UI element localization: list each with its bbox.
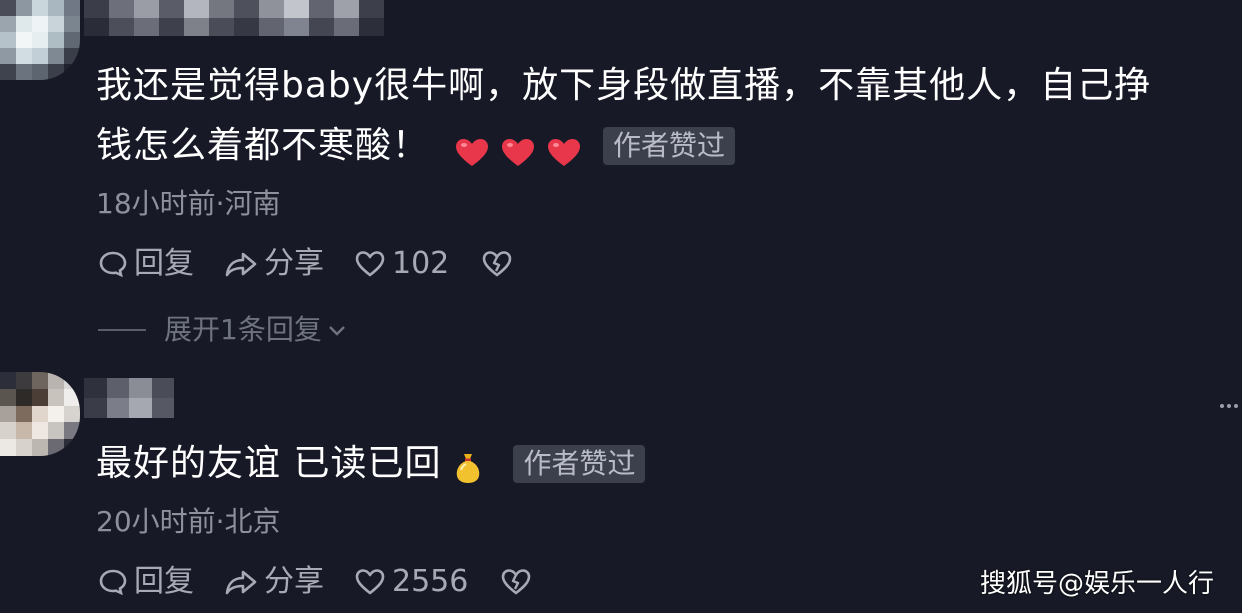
avatar[interactable] bbox=[0, 372, 80, 456]
comment-actions: 回复 分享 102 bbox=[98, 244, 549, 284]
expand-replies-label: 展开1条回复 bbox=[164, 313, 322, 346]
reply-label: 回复 bbox=[134, 564, 194, 599]
divider-dash bbox=[98, 329, 146, 331]
comment-text-continued: 钱怎么着都不寒酸！ 作者赞过 bbox=[96, 120, 736, 172]
comment-actions: 回复 分享 2556 bbox=[98, 562, 568, 602]
comment-text-line1: 最好的友谊 已读已回 bbox=[96, 443, 442, 484]
like-count: 102 bbox=[392, 246, 450, 281]
reply-button[interactable]: 回复 bbox=[98, 244, 194, 284]
dot bbox=[1220, 404, 1224, 408]
heart-outline-icon bbox=[355, 569, 385, 595]
broken-heart-icon bbox=[502, 569, 531, 595]
author-liked-badge: 作者赞过 bbox=[513, 445, 646, 483]
money-bag-emoji-icon bbox=[453, 447, 483, 483]
share-icon bbox=[225, 252, 257, 277]
chevron-down-icon bbox=[328, 326, 345, 336]
comment-text: 最好的友谊 已读已回 作者赞过 bbox=[96, 438, 646, 490]
reply-icon bbox=[99, 251, 127, 278]
share-label: 分享 bbox=[264, 246, 324, 281]
reply-label: 回复 bbox=[134, 246, 194, 281]
dot bbox=[1234, 404, 1238, 408]
share-label: 分享 bbox=[264, 564, 324, 599]
comment-text-line2: 钱怎么着都不寒酸！ bbox=[96, 125, 430, 166]
more-options-icon[interactable] bbox=[1220, 404, 1238, 408]
broken-heart-icon bbox=[482, 251, 512, 277]
heart-emoji-icon bbox=[501, 131, 535, 166]
dislike-button[interactable] bbox=[500, 567, 538, 597]
share-button[interactable]: 分享 bbox=[224, 244, 324, 284]
expand-replies-button[interactable]: 展开1条回复 bbox=[98, 310, 348, 350]
comment-meta: 18小时前·河南 bbox=[96, 187, 281, 220]
like-button[interactable]: 2556 bbox=[354, 562, 468, 602]
avatar[interactable] bbox=[0, 0, 80, 80]
reply-button[interactable]: 回复 bbox=[98, 562, 194, 602]
heart-outline-icon bbox=[355, 251, 385, 277]
comment-list: 我还是觉得baby很牛啊，放下身段做直播，不靠其他人，自己挣 钱怎么着都不寒酸！… bbox=[0, 0, 1242, 613]
heart-emoji-icon bbox=[547, 131, 581, 166]
author-liked-badge: 作者赞过 bbox=[603, 127, 736, 165]
dot bbox=[1227, 404, 1231, 408]
dislike-button[interactable] bbox=[481, 249, 519, 279]
reply-icon bbox=[99, 569, 127, 596]
username-blurred[interactable] bbox=[84, 378, 174, 418]
comment-meta: 20小时前·北京 bbox=[96, 505, 281, 538]
comment-text: 我还是觉得baby很牛啊，放下身段做直播，不靠其他人，自己挣 bbox=[96, 65, 1152, 106]
share-button[interactable]: 分享 bbox=[224, 562, 324, 602]
share-icon bbox=[225, 570, 257, 595]
like-count: 2556 bbox=[392, 564, 469, 599]
heart-emoji-icon bbox=[455, 131, 489, 166]
like-button[interactable]: 102 bbox=[354, 244, 449, 284]
watermark: 搜狐号@娱乐一人行 bbox=[979, 569, 1214, 599]
username-blurred[interactable] bbox=[84, 0, 384, 36]
